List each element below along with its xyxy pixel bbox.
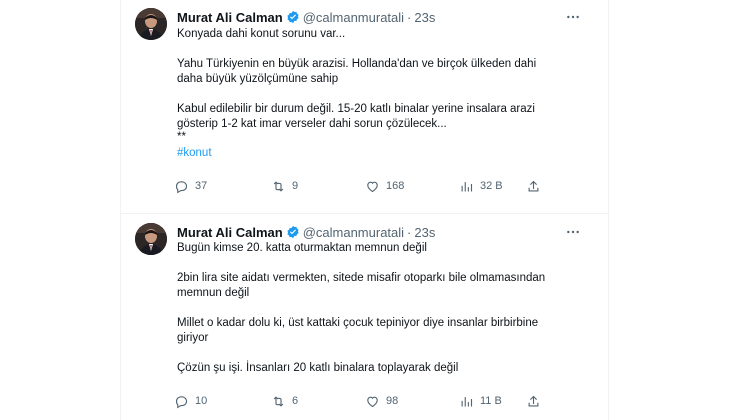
text-line: 2bin lira site aidatı vermekten, sitede … — [177, 272, 546, 284]
text-line: Konyada dahi konut sorunu var... — [177, 28, 346, 40]
separator: · — [407, 9, 412, 25]
author-handle[interactable]: @calmanmuratali — [303, 225, 404, 240]
tweet-header: Murat Ali Calman @calmanmuratali · 23s — [177, 223, 435, 241]
like-button[interactable]: 98 — [365, 393, 398, 409]
retweet-icon — [273, 395, 284, 407]
more-icon[interactable] — [564, 8, 582, 26]
text-line: giriyor — [177, 332, 209, 344]
reply-count: 37 — [195, 180, 208, 192]
share-icon — [528, 180, 539, 191]
text-line: Bugün kimse 20. katta oturmaktan memnun … — [177, 242, 427, 254]
like-icon — [367, 396, 378, 407]
like-icon — [367, 181, 378, 192]
retweet-button[interactable]: 6 — [271, 393, 298, 409]
views-button[interactable]: 11 B — [459, 393, 502, 409]
verified-badge-icon — [286, 10, 300, 24]
text-line: Yahu Türkiyenin en büyük arazisi. Hollan… — [177, 58, 537, 70]
tweet-header: Murat Ali Calman @calmanmuratali · 23s — [177, 8, 435, 26]
tweet-text: Konyada dahi konut sorunu var... Yahu Tü… — [177, 27, 597, 161]
text-line: memnun değil — [177, 287, 250, 299]
retweet-button[interactable]: 9 — [271, 178, 298, 194]
text-line — [177, 42, 597, 57]
avatar[interactable] — [135, 8, 167, 40]
text-line: Kabul edilebilir bir durum değil. 15-20 … — [177, 103, 535, 115]
views-button[interactable]: 32 B — [459, 178, 503, 194]
text-line: daha büyük yüzölçümüne sahip — [177, 73, 339, 85]
text-line: Çözün şu işi. İnsanları 20 katlı binalar… — [177, 362, 459, 374]
reply-count: 10 — [195, 395, 208, 407]
reply-button[interactable]: 37 — [174, 178, 207, 194]
author-handle[interactable]: @calmanmuratali — [303, 10, 404, 25]
reply-icon — [175, 180, 188, 193]
timestamp[interactable]: 23s — [414, 10, 435, 25]
timeline-border-right — [608, 0, 609, 420]
text-line — [177, 301, 597, 316]
author-name[interactable]: Murat Ali Calman — [177, 10, 283, 25]
tweet[interactable]: Murat Ali Calman @calmanmuratali · 23s K… — [121, 0, 608, 214]
text-line — [177, 256, 597, 271]
retweet-count: 9 — [292, 180, 299, 192]
views-count: 11 B — [480, 395, 502, 407]
text-line — [177, 87, 597, 102]
views-icon — [461, 181, 473, 191]
share-icon — [528, 395, 539, 406]
views-count: 32 B — [480, 180, 503, 192]
timestamp[interactable]: 23s — [414, 225, 435, 240]
share-button[interactable] — [526, 178, 547, 194]
retweet-icon — [273, 180, 284, 192]
retweet-count: 6 — [292, 395, 299, 407]
tweet[interactable]: Murat Ali Calman @calmanmuratali · 23s B… — [121, 215, 608, 420]
more-icon[interactable] — [564, 223, 582, 241]
avatar[interactable] — [135, 223, 167, 255]
verified-badge-icon — [286, 225, 300, 239]
like-count: 98 — [386, 395, 399, 407]
views-icon — [461, 396, 473, 406]
text-line — [177, 346, 597, 361]
separator: · — [407, 224, 412, 240]
like-button[interactable]: 168 — [365, 178, 404, 194]
hashtag-link[interactable]: #konut — [177, 146, 597, 161]
share-button[interactable] — [526, 393, 547, 409]
like-count: 168 — [386, 180, 405, 192]
author-name[interactable]: Murat Ali Calman — [177, 225, 283, 240]
tweet-text: Bugün kimse 20. katta oturmaktan memnun … — [177, 241, 597, 376]
text-line: Millet o kadar dolu ki, üst kattaki çocu… — [177, 317, 539, 329]
reply-icon — [175, 395, 188, 408]
reply-button[interactable]: 10 — [174, 393, 207, 409]
text-line: gösterip 1-2 kat imar verseler dahi soru… — [177, 118, 447, 130]
text-line: ** — [177, 131, 186, 143]
